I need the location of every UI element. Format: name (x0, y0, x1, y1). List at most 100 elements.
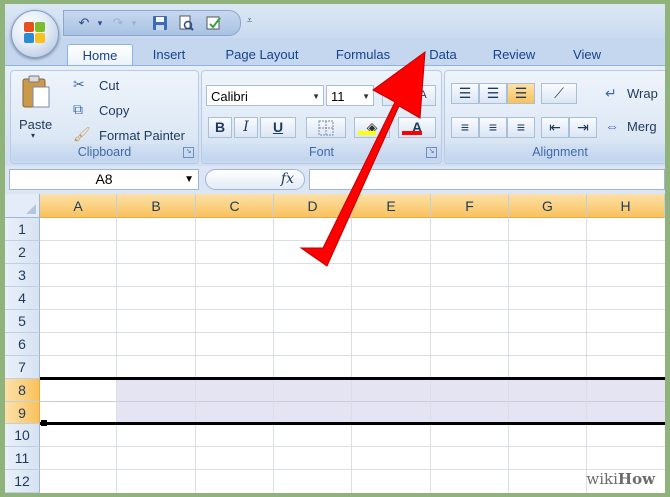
cut-icon: ✂ (73, 76, 85, 92)
row-header-4[interactable]: 4 (5, 287, 40, 310)
insert-function-button[interactable]: fx (281, 171, 294, 187)
cut-button[interactable]: Cut (99, 78, 119, 93)
undo-icon[interactable]: ↶ (76, 15, 92, 31)
redo-icon[interactable]: ↷ (110, 15, 126, 31)
undo-dropdown-icon[interactable]: ▾ (92, 15, 108, 31)
formula-input[interactable] (309, 169, 665, 190)
fill-color-button[interactable]: ◈ (354, 117, 390, 138)
wikihow-watermark: wikiHow (586, 470, 655, 488)
gridline (40, 309, 665, 310)
underline-button[interactable]: U (260, 117, 296, 138)
gridline (351, 218, 352, 493)
decrease-indent-button[interactable]: ⇤ (541, 117, 569, 138)
increase-indent-button[interactable]: ⇥ (569, 117, 597, 138)
align-right-button[interactable]: ≡ (507, 117, 535, 138)
ribbon-tabs: Home Insert Page Layout Formulas Data Re… (5, 38, 665, 67)
gridline (586, 218, 587, 493)
clipboard-group: Paste ▾ ✂ Cut ⧉ Copy 🖌 Format Painter Cl… (10, 70, 199, 164)
gridline (195, 218, 196, 493)
gridline (430, 218, 431, 493)
tab-view[interactable]: View (563, 44, 611, 66)
italic-button[interactable]: I (234, 117, 258, 138)
font-group: Calibri ▼ 11 ▼ A A B I U ◈ A Font ↘ (201, 70, 442, 164)
row-header-2[interactable]: 2 (5, 241, 40, 264)
borders-button[interactable] (306, 117, 346, 138)
quick-access-toolbar: ↶ ▾ ↷ ▾ (63, 10, 241, 36)
font-name-value: Calibri (211, 89, 248, 104)
office-logo-icon (24, 22, 46, 44)
column-header-d[interactable]: D (274, 194, 352, 218)
format-painter-button[interactable]: Format Painter (99, 128, 185, 143)
tab-page-layout[interactable]: Page Layout (217, 44, 307, 66)
align-bottom-button[interactable]: ☰ (507, 83, 535, 104)
alignment-group-label: Alignment (445, 144, 665, 161)
font-color-button[interactable]: A (398, 117, 436, 138)
paste-button[interactable]: Paste ▾ (15, 73, 55, 143)
row-header-11[interactable]: 11 (5, 447, 40, 470)
spelling-icon[interactable] (206, 15, 222, 31)
save-icon[interactable] (152, 15, 168, 31)
row-header-1[interactable]: 1 (5, 218, 40, 241)
column-header-g[interactable]: G (509, 194, 587, 218)
customize-toolbar-icon[interactable]: ⩡ (247, 15, 257, 25)
gridline (40, 240, 665, 241)
wrap-text-icon: ↵ (605, 85, 617, 101)
tab-home[interactable]: Home (67, 44, 133, 67)
column-header-b[interactable]: B (117, 194, 196, 218)
gridline (273, 218, 274, 493)
grow-font-button[interactable]: A (382, 85, 410, 106)
tab-insert[interactable]: Insert (143, 44, 195, 66)
tab-formulas[interactable]: Formulas (327, 44, 399, 66)
column-header-f[interactable]: F (431, 194, 509, 218)
paste-label: Paste (19, 117, 53, 132)
row-header-12[interactable]: 12 (5, 470, 40, 493)
fill-handle[interactable] (41, 420, 47, 426)
font-name-dropdown-icon: ▼ (312, 92, 320, 101)
gridline (40, 469, 665, 470)
print-preview-icon[interactable] (178, 15, 194, 31)
gridline (40, 332, 665, 333)
copy-button[interactable]: Copy (99, 103, 129, 118)
align-center-button[interactable]: ≡ (479, 117, 507, 138)
merge-center-button[interactable]: ⇔ Merg (605, 118, 665, 138)
shrink-font-button[interactable]: A (410, 85, 436, 106)
column-header-e[interactable]: E (352, 194, 431, 218)
font-name-select[interactable]: Calibri ▼ (206, 85, 324, 106)
row-header-3[interactable]: 3 (5, 264, 40, 287)
tab-review[interactable]: Review (485, 44, 543, 66)
align-middle-button[interactable]: ☰ (479, 83, 507, 104)
column-header-c[interactable]: C (196, 194, 274, 218)
wrap-text-button[interactable]: ↵ Wrap (605, 85, 665, 105)
row-header-8[interactable]: 8 (5, 379, 40, 402)
row-header-5[interactable]: 5 (5, 310, 40, 333)
worksheet-grid[interactable]: A B C D E F G H 1 2 3 4 5 6 7 8 9 10 11 … (5, 194, 665, 493)
gridline (40, 355, 665, 356)
formula-bar: A8 ▼ fx (5, 166, 665, 195)
font-size-select[interactable]: 11 ▼ (326, 85, 374, 106)
title-bar: ↶ ▾ ↷ ▾ ⩡ (5, 4, 665, 58)
orientation-button[interactable]: ⟋ (541, 83, 577, 104)
row-header-10[interactable]: 10 (5, 424, 40, 447)
alignment-group: ☰ ☰ ☰ ⟋ ≡ ≡ ≡ ⇤ ⇥ ↵ Wrap ⇔ Merg Alignmen… (444, 70, 665, 164)
office-button[interactable] (11, 10, 59, 58)
tab-data[interactable]: Data (421, 44, 465, 66)
row-header-7[interactable]: 7 (5, 356, 40, 379)
column-header-a[interactable]: A (40, 194, 117, 218)
row-header-6[interactable]: 6 (5, 333, 40, 356)
name-box[interactable]: A8 ▼ (9, 169, 199, 190)
align-top-button[interactable]: ☰ (451, 83, 479, 104)
select-all-button[interactable] (5, 194, 40, 218)
gridline (40, 286, 665, 287)
font-launcher-icon[interactable]: ↘ (426, 147, 437, 158)
bold-button[interactable]: B (208, 117, 232, 138)
paste-dropdown-icon: ▾ (31, 131, 36, 140)
redo-dropdown-icon[interactable]: ▾ (126, 15, 142, 31)
column-header-h[interactable]: H (587, 194, 665, 218)
row-header-9[interactable]: 9 (5, 402, 40, 424)
align-left-button[interactable]: ≡ (451, 117, 479, 138)
clipboard-launcher-icon[interactable]: ↘ (183, 147, 194, 158)
font-size-value: 11 (331, 89, 345, 104)
name-box-dropdown-icon[interactable]: ▼ (184, 170, 194, 189)
excel-window: ↶ ▾ ↷ ▾ ⩡ Home Insert Page Layout Formul… (5, 4, 665, 493)
font-group-label: Font (202, 144, 441, 161)
